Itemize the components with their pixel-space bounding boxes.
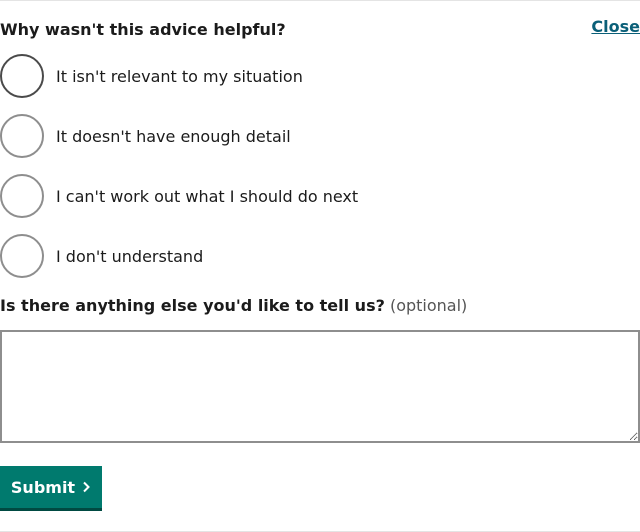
submit-button[interactable]: Submit bbox=[0, 466, 102, 511]
reason-option-label: It isn't relevant to my situation bbox=[56, 66, 303, 86]
radio-button[interactable] bbox=[0, 234, 44, 278]
comments-question: Is there anything else you'd like to tel… bbox=[0, 296, 467, 315]
chevron-right-icon bbox=[83, 481, 90, 493]
radio-button[interactable] bbox=[0, 174, 44, 218]
comments-question-text: Is there anything else you'd like to tel… bbox=[0, 296, 385, 315]
reason-options: It isn't relevant to my situation It doe… bbox=[0, 54, 640, 294]
reason-option-label: It doesn't have enough detail bbox=[56, 126, 291, 146]
feedback-heading: Why wasn't this advice helpful? bbox=[0, 20, 286, 39]
reason-option-not-enough-detail[interactable]: It doesn't have enough detail bbox=[0, 114, 640, 158]
reason-option-dont-understand[interactable]: I don't understand bbox=[0, 234, 640, 278]
reason-option-not-relevant[interactable]: It isn't relevant to my situation bbox=[0, 54, 640, 98]
radio-button[interactable] bbox=[0, 54, 44, 98]
reason-option-label: I don't understand bbox=[56, 246, 204, 266]
reason-option-next-steps[interactable]: I can't work out what I should do next bbox=[0, 174, 640, 218]
reason-option-label: I can't work out what I should do next bbox=[56, 186, 359, 206]
submit-label: Submit bbox=[10, 477, 76, 497]
close-link[interactable]: Close bbox=[591, 17, 640, 36]
radio-button[interactable] bbox=[0, 114, 44, 158]
optional-hint: (optional) bbox=[389, 296, 468, 315]
feedback-panel: Why wasn't this advice helpful? Close It… bbox=[0, 0, 640, 532]
comments-textarea[interactable] bbox=[0, 330, 640, 443]
